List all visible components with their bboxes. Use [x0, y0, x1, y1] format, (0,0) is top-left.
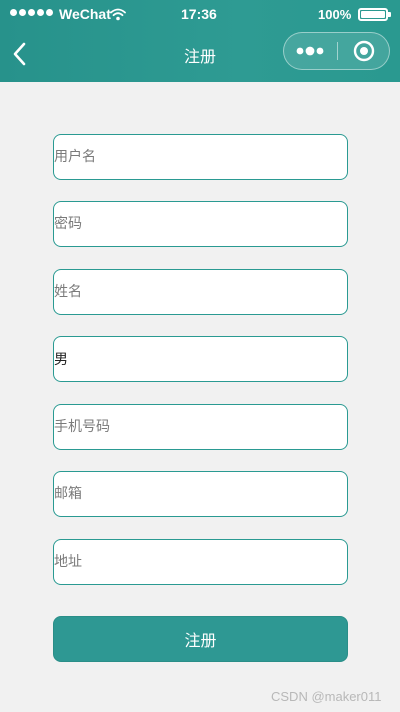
- close-circle-icon: [353, 40, 375, 62]
- signal-dots-icon: [10, 9, 53, 16]
- battery-percent: 100%: [318, 7, 352, 22]
- carrier-label: WeChat: [59, 6, 111, 22]
- status-time: 17:36: [181, 6, 217, 22]
- address-input[interactable]: [53, 539, 348, 585]
- password-input[interactable]: [53, 201, 348, 247]
- more-button[interactable]: [284, 33, 337, 69]
- gender-input[interactable]: [53, 336, 348, 382]
- app-header: WeChat 17:36 100% 注册: [0, 0, 400, 82]
- close-button[interactable]: [338, 33, 390, 69]
- phone-input[interactable]: [53, 404, 348, 450]
- register-button[interactable]: 注册: [53, 616, 348, 662]
- status-bar: WeChat 17:36 100%: [0, 0, 400, 30]
- wifi-icon: [110, 8, 126, 21]
- email-input[interactable]: [53, 471, 348, 517]
- watermark: CSDN @maker011: [271, 689, 382, 704]
- battery-level-fill: [361, 11, 385, 18]
- battery-icon: [358, 8, 391, 21]
- username-input[interactable]: [53, 134, 348, 180]
- name-input[interactable]: [53, 269, 348, 315]
- more-dots-icon: [296, 46, 324, 56]
- mini-program-capsule: [283, 32, 390, 70]
